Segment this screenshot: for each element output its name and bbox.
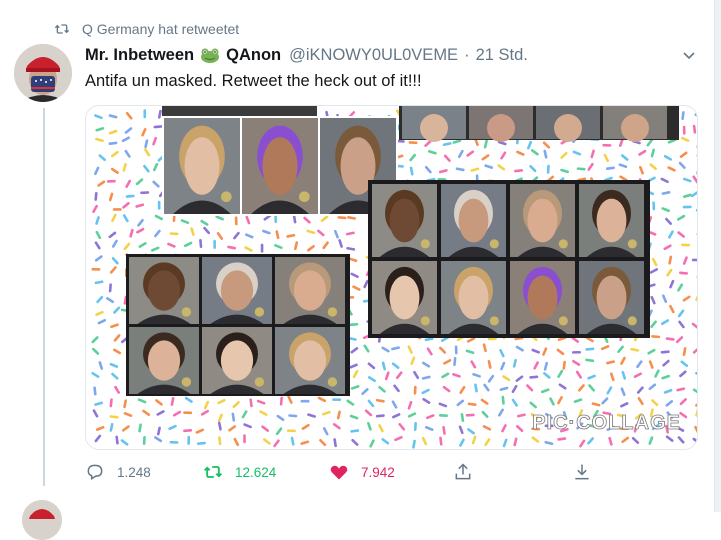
chevron-down-icon[interactable] bbox=[681, 47, 697, 63]
retweet-notice-text[interactable]: Q Germany hat retweetet bbox=[82, 21, 239, 37]
window-right-edge bbox=[714, 0, 721, 512]
reply-icon bbox=[85, 462, 105, 482]
next-avatar-image bbox=[22, 500, 62, 540]
photo-group-right bbox=[368, 180, 650, 338]
collage-watermark: PIC·COLLAGE bbox=[532, 412, 681, 434]
photo-group-bottom-left bbox=[126, 254, 350, 396]
like-count: 7.942 bbox=[361, 465, 395, 480]
retweet-count: 12.624 bbox=[235, 465, 276, 480]
reply-count: 1.248 bbox=[117, 465, 151, 480]
collage-image: PIC·COLLAGE bbox=[86, 106, 697, 449]
display-name[interactable]: Mr. Inbetween bbox=[85, 46, 194, 65]
user-handle[interactable]: @iKNOWY0UL0VEME bbox=[289, 46, 458, 65]
thread-line bbox=[43, 108, 45, 486]
tweet-media[interactable]: PIC·COLLAGE bbox=[85, 105, 698, 450]
download-button[interactable] bbox=[572, 458, 604, 486]
tweet-timestamp[interactable]: 21 Std. bbox=[476, 46, 528, 65]
name-suffix[interactable]: QAnon bbox=[226, 46, 281, 65]
retweet-notice[interactable]: Q Germany hat retweetet bbox=[54, 18, 239, 40]
share-icon bbox=[453, 462, 473, 482]
retweet-button[interactable]: 12.624 bbox=[203, 458, 276, 486]
tweet-header: Mr. Inbetween QAnon @iKNOWY0UL0VEME · 21… bbox=[85, 44, 701, 66]
tweet-actions: 1.248 12.624 7.942 bbox=[85, 458, 605, 486]
like-button[interactable]: 7.942 bbox=[329, 458, 395, 486]
frog-emoji-icon bbox=[200, 47, 220, 63]
tweet-text: Antifa un masked. Retweet the heck out o… bbox=[85, 72, 422, 91]
avatar[interactable] bbox=[14, 44, 72, 102]
photo-group-top-left bbox=[162, 116, 398, 216]
reply-button[interactable]: 1.248 bbox=[85, 458, 151, 486]
retweet-action-icon bbox=[203, 462, 223, 482]
heart-icon bbox=[329, 462, 349, 482]
share-button[interactable] bbox=[453, 458, 485, 486]
download-icon bbox=[572, 462, 592, 482]
retweet-icon bbox=[54, 21, 70, 37]
avatar-image bbox=[14, 44, 72, 102]
next-tweet-avatar[interactable] bbox=[22, 500, 62, 540]
separator-dot: · bbox=[464, 46, 470, 65]
